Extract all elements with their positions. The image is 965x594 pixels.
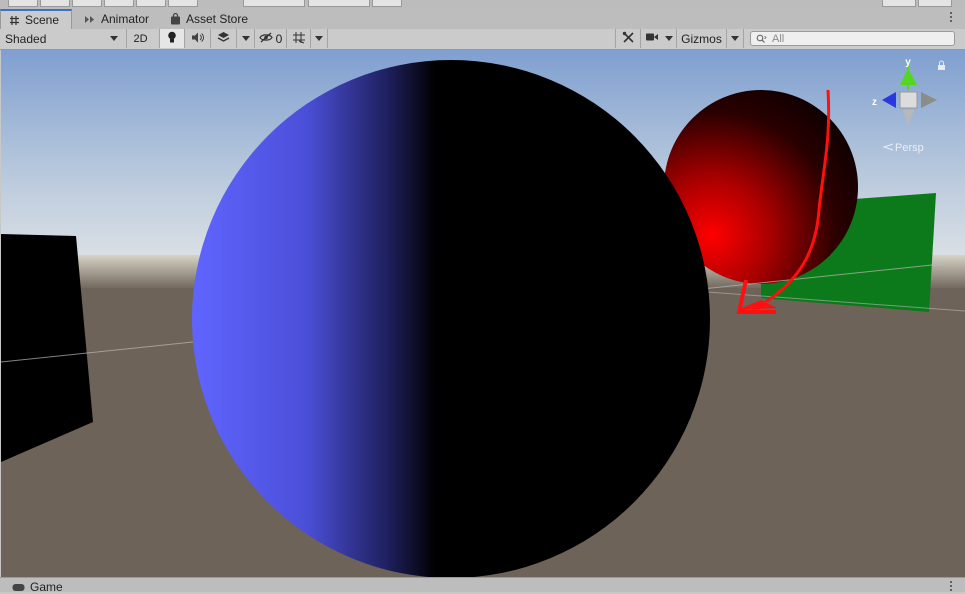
tab-animator[interactable]: Animator [76, 9, 160, 29]
grid-dropdown[interactable] [310, 29, 328, 48]
grid-toggle[interactable] [286, 29, 310, 48]
toolbar-button-fragment[interactable] [104, 0, 134, 7]
tools-icon [622, 31, 635, 47]
toolbar-button-fragment[interactable] [168, 0, 198, 7]
grid-icon [292, 31, 306, 47]
eye-slash-icon [258, 32, 273, 46]
bottom-tab-bar: Game [0, 577, 965, 594]
blue-sphere [192, 60, 710, 577]
projection-toggle[interactable]: Persp [882, 142, 924, 154]
hidden-count: 0 [275, 31, 283, 46]
gizmo-y-label: y [905, 57, 911, 68]
effects-dropdown[interactable] [236, 29, 254, 48]
toolbar-button-fragment[interactable] [243, 0, 305, 7]
chevron-down-icon [241, 36, 250, 41]
chevron-down-icon [731, 36, 739, 41]
toolbar-button-fragment[interactable] [372, 0, 402, 7]
lighting-toggle[interactable] [159, 29, 184, 48]
tab-scene[interactable]: Scene [0, 9, 72, 29]
toolbar-button-fragment[interactable] [8, 0, 38, 7]
gizmos-button[interactable]: Gizmos [676, 29, 726, 48]
lightbulb-icon [167, 31, 177, 47]
toolbar-button-fragment[interactable] [918, 0, 952, 7]
projection-label: Persp [895, 142, 924, 154]
chevron-down-icon [665, 36, 673, 41]
search-input[interactable] [772, 32, 942, 45]
search-input-container[interactable] [750, 31, 955, 46]
toolbar-button-fragment[interactable] [308, 0, 370, 7]
tab-label: Animator [101, 12, 150, 26]
layers-icon [217, 31, 230, 46]
gamepad-icon [12, 583, 25, 592]
chevron-down-icon [110, 36, 118, 41]
camera-dropdown[interactable] [662, 29, 676, 48]
camera-toggle[interactable] [640, 29, 662, 48]
gizmo-z-label: z [872, 97, 877, 108]
toolbar-button-fragment[interactable] [136, 0, 166, 7]
draw-mode-label: Shaded [5, 31, 47, 46]
perspective-icon [882, 142, 894, 154]
tab-menu-icon[interactable] [950, 12, 953, 26]
bottom-tab-menu-icon[interactable] [950, 581, 953, 591]
effects-toggle[interactable] [210, 29, 236, 48]
gizmos-label: Gizmos [681, 31, 722, 46]
tab-label: Game [30, 580, 63, 594]
draw-mode-dropdown[interactable]: Shaded [0, 29, 124, 48]
hash-icon [9, 15, 20, 26]
toolbar-button-fragment[interactable] [72, 0, 102, 7]
animator-icon [84, 14, 96, 25]
gizmos-dropdown[interactable] [726, 29, 744, 48]
speaker-icon [191, 32, 204, 46]
search-icon [756, 32, 767, 46]
hidden-objects-toggle[interactable]: 0 [254, 29, 286, 48]
audio-toggle[interactable] [184, 29, 210, 48]
tab-asset-store[interactable]: Asset Store [162, 9, 260, 29]
tools-toggle[interactable] [615, 29, 640, 48]
scene-viewport[interactable]: y z Persp [1, 50, 965, 577]
toolbar-button-fragment[interactable] [882, 0, 916, 7]
center-cube[interactable] [899, 91, 918, 109]
tab-label: Asset Store [186, 12, 249, 26]
tab-label: Scene [25, 13, 60, 27]
camera-icon [645, 32, 659, 45]
editor-tab-bar: Scene Animator Asset Store [0, 9, 965, 30]
toolbar-button-fragment[interactable] [40, 0, 70, 7]
scene-render: y z [1, 50, 965, 577]
chevron-down-icon [315, 36, 323, 41]
tab-game[interactable]: Game [4, 580, 68, 594]
toggle-2d-button[interactable]: 2D [126, 29, 154, 48]
toggle-2d-label: 2D [133, 32, 148, 45]
bag-icon [170, 13, 181, 25]
